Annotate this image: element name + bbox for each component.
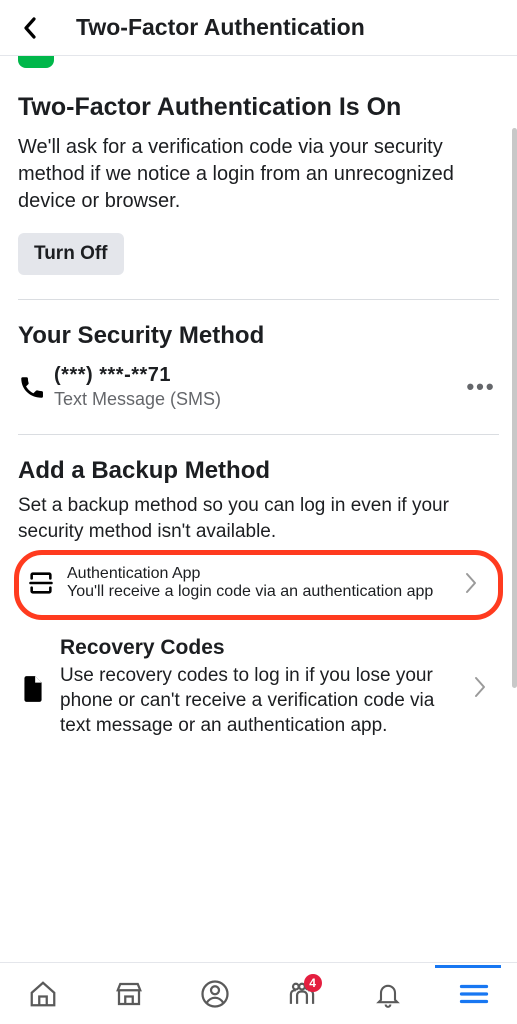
backup-item-desc: Use recovery codes to log in if you lose… — [60, 664, 461, 738]
scrollbar[interactable] — [512, 128, 517, 688]
bell-icon — [374, 979, 402, 1009]
status-heading: Two-Factor Authentication Is On — [18, 92, 499, 122]
divider — [18, 299, 499, 300]
menu-icon — [459, 982, 489, 1006]
backup-item-title: Recovery Codes — [60, 636, 461, 660]
document-icon — [20, 674, 46, 704]
notification-badge: 4 — [304, 974, 322, 992]
auth-app-icon — [27, 569, 55, 597]
status-body: We'll ask for a verification code via yo… — [18, 134, 499, 215]
chevron-right-icon — [464, 572, 478, 594]
phone-icon — [18, 373, 46, 401]
tab-profile[interactable] — [191, 970, 239, 1018]
backup-subtitle: Set a backup method so you can log in ev… — [18, 493, 499, 544]
chevron-right-icon — [473, 676, 487, 698]
backup-item-recovery-codes[interactable]: Recovery Codes Use recovery codes to log… — [18, 622, 499, 752]
backup-item-desc: You'll receive a login code via an authe… — [67, 583, 464, 601]
more-options-button[interactable]: ••• — [463, 374, 499, 400]
tab-home[interactable] — [19, 970, 67, 1018]
tab-bar: 4 — [0, 962, 517, 1024]
page-title: Two-Factor Authentication — [50, 14, 467, 41]
content: Two-Factor Authentication Is On We'll as… — [0, 56, 517, 962]
backup-item-auth-app[interactable]: Authentication App You'll receive a logi… — [14, 550, 503, 620]
backup-heading: Add a Backup Method — [18, 457, 499, 485]
marketplace-icon — [114, 979, 144, 1009]
back-button[interactable] — [10, 8, 50, 48]
profile-icon — [200, 979, 230, 1009]
tab-notifications[interactable] — [364, 970, 412, 1018]
home-icon — [28, 979, 58, 1009]
chevron-left-icon — [21, 16, 39, 40]
turn-off-button[interactable]: Turn Off — [18, 233, 124, 275]
phone-number: (***) ***-**71 — [54, 364, 463, 387]
security-method-row[interactable]: (***) ***-**71 Text Message (SMS) ••• — [18, 364, 499, 410]
tab-menu[interactable] — [450, 970, 498, 1018]
status-indicator-icon — [18, 56, 54, 68]
backup-item-title: Authentication App — [67, 565, 464, 583]
security-method-heading: Your Security Method — [18, 322, 499, 350]
divider — [18, 434, 499, 435]
tab-marketplace[interactable] — [105, 970, 153, 1018]
active-tab-indicator — [435, 965, 501, 968]
phone-method-label: Text Message (SMS) — [54, 389, 463, 410]
header: Two-Factor Authentication — [0, 0, 517, 56]
tab-groups[interactable]: 4 — [278, 970, 326, 1018]
